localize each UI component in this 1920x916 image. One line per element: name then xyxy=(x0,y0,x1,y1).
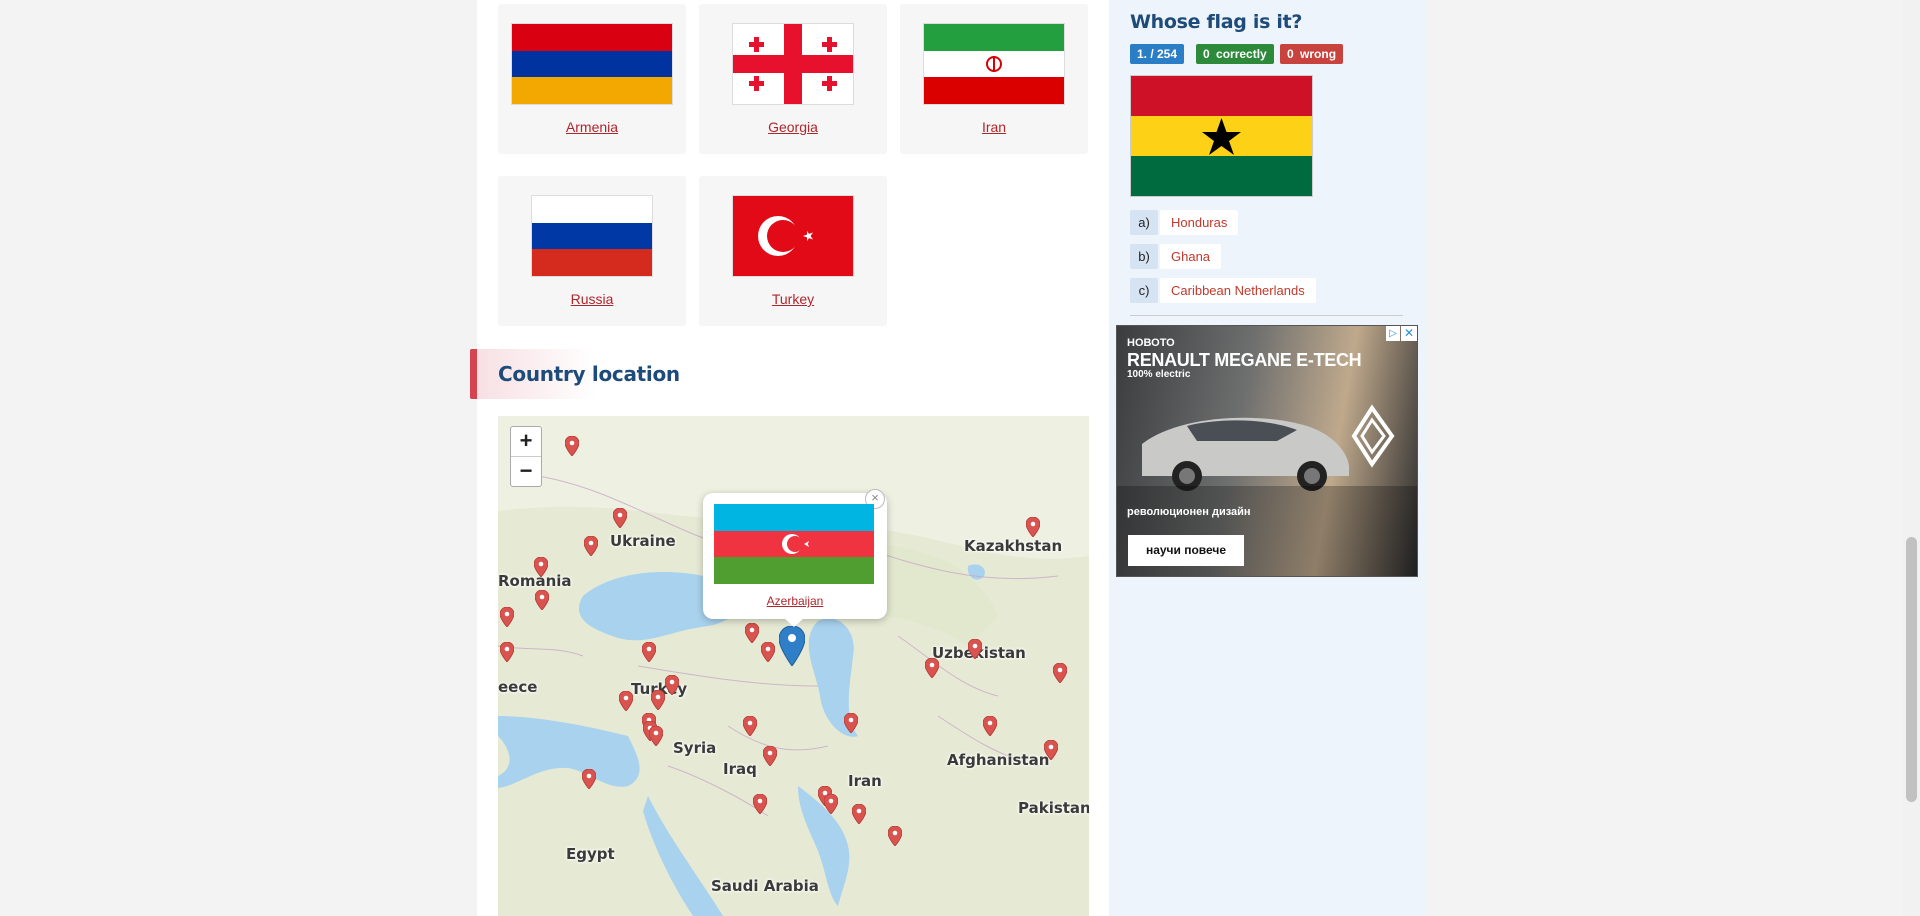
map-label-greece: eece xyxy=(498,678,538,696)
popup-pointer xyxy=(784,618,804,627)
map-marker-icon[interactable] xyxy=(500,607,514,627)
map-marker-icon[interactable] xyxy=(642,642,656,662)
flag-card-georgia[interactable]: Georgia xyxy=(699,4,887,154)
ad-tagline: революционен дизайн xyxy=(1127,506,1251,518)
zoom-control: + − xyxy=(510,426,542,487)
ad-line-1: НОВОТО xyxy=(1127,337,1175,349)
country-map[interactable]: Ukraine Romania Kazakhstan Uzbekistan ee… xyxy=(498,416,1089,916)
map-marker-icon[interactable] xyxy=(844,713,858,733)
section-title: Country location xyxy=(498,362,680,386)
flag-card-iran[interactable]: Iran xyxy=(900,4,1088,154)
ad-cta-button[interactable]: научи повече xyxy=(1128,535,1244,566)
correct-badge: 0 correctly xyxy=(1196,44,1274,64)
map-label-iraq: Iraq xyxy=(723,760,757,778)
page-scrollbar[interactable] xyxy=(1903,0,1920,916)
map-popup: × Azerbaijan xyxy=(703,489,887,619)
russia-flag-icon xyxy=(532,196,652,276)
map-marker-icon[interactable] xyxy=(613,508,627,528)
map-marker-icon[interactable] xyxy=(888,826,902,846)
map-terrain xyxy=(498,416,1089,916)
quiz-flag-ghana-icon xyxy=(1131,76,1312,196)
map-marker-icon[interactable] xyxy=(665,675,679,695)
country-link-turkey[interactable]: Turkey xyxy=(699,291,887,307)
map-label-ukraine: Ukraine xyxy=(610,532,676,550)
ad-info-icon[interactable]: ▷ xyxy=(1386,326,1400,341)
map-marker-icon[interactable] xyxy=(1026,517,1040,537)
armenia-flag-icon xyxy=(512,24,672,104)
map-label-syria: Syria xyxy=(673,739,717,757)
map-marker-icon[interactable] xyxy=(763,746,777,766)
wrong-count: 0 xyxy=(1287,47,1294,61)
country-link-georgia[interactable]: Georgia xyxy=(699,119,887,135)
map-label-pakistan: Pakistan xyxy=(1018,799,1089,817)
zoom-in-button[interactable]: + xyxy=(511,427,541,457)
map-marker-icon[interactable] xyxy=(649,726,663,746)
georgia-flag-icon xyxy=(733,24,853,104)
correct-label: correctly xyxy=(1216,47,1267,61)
progress-badge: 1. / 254 xyxy=(1130,44,1185,64)
map-marker-icon[interactable] xyxy=(925,658,939,678)
map-marker-icon[interactable] xyxy=(852,804,866,824)
selected-marker-icon[interactable] xyxy=(779,626,805,666)
wrong-badge: 0 wrong xyxy=(1280,44,1344,64)
map-marker-icon[interactable] xyxy=(761,642,775,662)
country-link-russia[interactable]: Russia xyxy=(498,291,686,307)
map-label-kazakhstan: Kazakhstan xyxy=(964,537,1063,555)
map-marker-icon[interactable] xyxy=(500,642,514,662)
country-link-armenia[interactable]: Armenia xyxy=(498,119,686,135)
advertisement[interactable]: НОВОТО RENAULT MEGANE E-TECH 100% electr… xyxy=(1116,325,1418,577)
map-label-afghanistan: Afghanistan xyxy=(947,751,1050,769)
map-marker-icon[interactable] xyxy=(743,716,757,736)
turkey-flag-icon xyxy=(733,196,853,276)
answer-option-b[interactable]: Ghana xyxy=(1160,244,1222,269)
azerbaijan-flag-icon xyxy=(714,504,874,584)
section-accent-bar xyxy=(470,349,477,399)
map-marker-icon[interactable] xyxy=(534,557,548,577)
sidebar-divider xyxy=(1130,315,1403,316)
map-marker-icon[interactable] xyxy=(582,769,596,789)
map-marker-icon[interactable] xyxy=(535,590,549,610)
zoom-out-button[interactable]: − xyxy=(511,457,541,486)
answer-letter-c: c) xyxy=(1130,278,1158,303)
map-marker-icon[interactable] xyxy=(1044,740,1058,760)
iran-flag-icon xyxy=(924,24,1064,104)
scrollbar-thumb[interactable] xyxy=(1906,537,1917,802)
map-label-saudi-arabia: Saudi Arabia xyxy=(711,877,819,895)
answer-letter-a: a) xyxy=(1130,210,1158,235)
map-marker-icon[interactable] xyxy=(745,623,759,643)
answer-option-c[interactable]: Caribbean Netherlands xyxy=(1160,278,1316,303)
map-label-iran: Iran xyxy=(848,772,882,790)
map-marker-icon[interactable] xyxy=(619,691,633,711)
flag-card-russia[interactable]: Russia xyxy=(498,176,686,326)
correct-count: 0 xyxy=(1203,47,1210,61)
flag-card-turkey[interactable]: Turkey xyxy=(699,176,887,326)
map-marker-icon[interactable] xyxy=(983,716,997,736)
popup-country-link[interactable]: Azerbaijan xyxy=(703,594,887,608)
map-marker-icon[interactable] xyxy=(753,794,767,814)
map-marker-icon[interactable] xyxy=(968,639,982,659)
ad-line-3: 100% electric xyxy=(1127,369,1191,380)
wrong-label: wrong xyxy=(1300,47,1337,61)
map-marker-icon[interactable] xyxy=(584,536,598,556)
quiz-title: Whose flag is it? xyxy=(1130,11,1303,33)
flag-card-armenia[interactable]: Armenia xyxy=(498,4,686,154)
map-label-egypt: Egypt xyxy=(566,845,615,863)
country-link-iran[interactable]: Iran xyxy=(900,119,1088,135)
map-marker-icon[interactable] xyxy=(824,794,838,814)
answer-letter-b: b) xyxy=(1130,244,1158,269)
map-marker-icon[interactable] xyxy=(651,690,665,710)
map-marker-icon[interactable] xyxy=(565,436,579,456)
answer-option-a[interactable]: Honduras xyxy=(1160,210,1239,235)
ad-line-2: RENAULT MEGANE E-TECH xyxy=(1127,350,1362,370)
ad-close-icon[interactable]: ✕ xyxy=(1401,326,1417,341)
map-marker-icon[interactable] xyxy=(1053,663,1067,683)
